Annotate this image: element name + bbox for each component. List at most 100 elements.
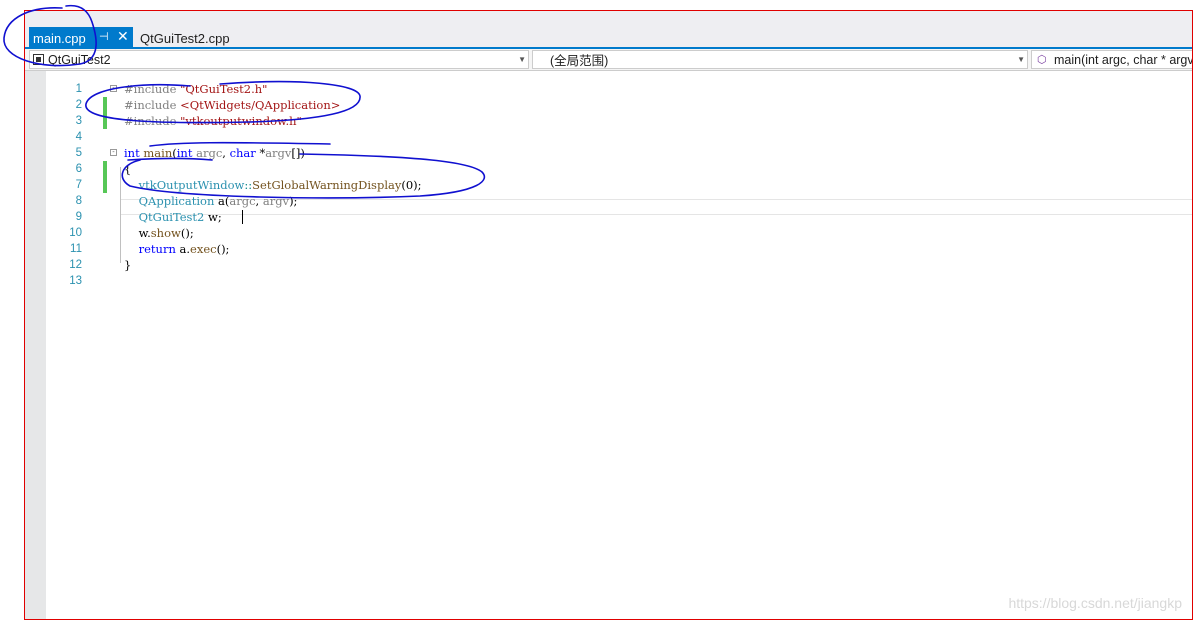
code-line[interactable]: 2 #include <QtWidgets/QApplication> (46, 97, 1192, 113)
code-token: :: (244, 178, 253, 192)
code-token: , (255, 194, 263, 208)
code-token: #include (124, 98, 181, 112)
code-editor[interactable]: 1- #include "QtGuiTest2.h" 2 #include <QtWi… (46, 71, 1192, 619)
code-token: ); (289, 194, 298, 208)
code-token: (); (180, 226, 194, 240)
code-text: return a.exec(); (124, 241, 230, 257)
code-text: #include <QtWidgets/QApplication> (124, 97, 340, 113)
line-number: 9 (75, 211, 82, 223)
dropdown-arrow-icon: ▼ (518, 55, 526, 64)
code-text: } (124, 257, 131, 273)
code-line[interactable]: 8 QApplication a(argc, argv); (46, 193, 1192, 209)
code-line[interactable]: 10 w.show(); (46, 225, 1192, 241)
line-number: 7 (75, 179, 82, 191)
code-token: w; (208, 210, 222, 224)
indicator-margin (25, 71, 46, 619)
code-token: int (124, 146, 144, 160)
project-label: QtGuiTest2 (48, 52, 111, 67)
change-indicator (103, 113, 107, 129)
text-caret (242, 210, 243, 224)
code-line[interactable]: 11 return a.exec(); (46, 241, 1192, 257)
line-number: 4 (75, 131, 82, 143)
code-token: "vtkoutputwindow.h" (180, 114, 302, 128)
code-line[interactable]: 12} (46, 257, 1192, 273)
code-text: #include "vtkoutputwindow.h" (124, 113, 302, 129)
pin-icon[interactable]: ⊣ (99, 30, 109, 43)
line-number: 5 (75, 147, 82, 159)
code-token: show (150, 226, 181, 240)
change-indicator (103, 177, 107, 193)
code-token: } (124, 258, 132, 272)
code-token: exec (190, 242, 217, 256)
code-token: argc (196, 146, 223, 160)
code-token: int (176, 146, 197, 160)
code-token: (0); (401, 178, 422, 192)
close-icon[interactable]: ✕ (117, 28, 129, 45)
navigation-bar: QtGuiTest2 ▼ (全局范围) ▼ ⬡ main(int argc, c… (25, 49, 1192, 71)
code-token: return (138, 242, 180, 256)
line-number: 10 (69, 227, 82, 239)
code-token: #include (124, 114, 181, 128)
project-icon (33, 54, 44, 65)
line-number: 8 (75, 195, 82, 207)
tab-qtguitest2-cpp[interactable]: QtGuiTest2.cpp (138, 27, 230, 49)
code-line[interactable]: 5 - int main(int argc, char *argv[]) (46, 145, 1192, 161)
fold-toggle-icon[interactable]: - (110, 85, 117, 92)
code-text: { (124, 161, 131, 177)
tab-label: main.cpp (33, 30, 86, 46)
code-token: main (143, 146, 173, 160)
code-token: QApplication (138, 194, 219, 208)
line-number: 6 (75, 163, 82, 175)
dropdown-arrow-icon: ▼ (1017, 55, 1025, 64)
code-token: a. (179, 242, 191, 256)
tab-main-cpp[interactable]: main.cpp ⊣ ✕ (29, 27, 133, 49)
code-line[interactable]: 1 - #include "QtGuiTest2.h" (46, 81, 1192, 97)
line-number: 11 (70, 243, 82, 255)
code-line[interactable]: 3 #include "vtkoutputwindow.h" (46, 113, 1192, 129)
tab-bar: main.cpp ⊣ ✕ QtGuiTest2.cpp (25, 11, 1192, 49)
code-token: <QtWidgets/QApplication> (180, 98, 341, 112)
code-token: { (124, 162, 132, 176)
code-token: QtGuiTest2 (138, 210, 209, 224)
code-line[interactable]: 13 (46, 273, 1192, 289)
code-text: #include "QtGuiTest2.h" (124, 81, 267, 97)
code-token: , (222, 146, 230, 160)
code-token: "QtGuiTest2.h" (180, 82, 268, 96)
code-token: char (229, 146, 260, 160)
scope-dropdown[interactable]: (全局范围) ▼ (532, 50, 1028, 69)
code-token: w. (124, 226, 151, 240)
code-token: []) (291, 146, 305, 160)
line-number: 12 (69, 259, 82, 271)
line-number: 3 (75, 115, 82, 127)
code-text: vtkOutputWindow::SetGlobalWarningDisplay… (124, 177, 422, 193)
code-token: vtkOutputWindow (138, 178, 245, 192)
code-text: w.show(); (124, 225, 194, 241)
watermark: https://blog.csdn.net/jiangkp (1008, 595, 1182, 611)
line-number: 2 (75, 99, 82, 111)
code-text: QtGuiTest2 w; (124, 209, 222, 225)
code-text: int main(int argc, char *argv[]) (124, 145, 305, 161)
code-line[interactable]: 4 (46, 129, 1192, 145)
code-token: argv (262, 194, 290, 208)
code-token: argv (265, 146, 292, 160)
code-text: QApplication a(argc, argv); (124, 193, 298, 209)
member-dropdown[interactable]: ⬡ main(int argc, char * argv (1031, 50, 1193, 69)
member-label: main(int argc, char * argv (1054, 52, 1193, 67)
editor-window: main.cpp ⊣ ✕ QtGuiTest2.cpp QtGuiTest2 ▼… (24, 10, 1193, 620)
tab-label: QtGuiTest2.cpp (140, 30, 230, 46)
code-line[interactable]: 7 vtkOutputWindow::SetGlobalWarningDispl… (46, 177, 1192, 193)
line-number: 13 (69, 275, 82, 287)
project-dropdown[interactable]: QtGuiTest2 ▼ (29, 50, 529, 69)
line-number: 1 (75, 83, 82, 95)
code-line[interactable]: 6{ (46, 161, 1192, 177)
code-token: a( (218, 194, 230, 208)
fold-toggle-icon[interactable]: - (110, 149, 117, 156)
change-indicator (103, 97, 107, 113)
change-indicator (103, 161, 107, 177)
function-cube-icon: ⬡ (1037, 54, 1047, 66)
code-line[interactable]: 9 QtGuiTest2 w; (46, 209, 1192, 225)
